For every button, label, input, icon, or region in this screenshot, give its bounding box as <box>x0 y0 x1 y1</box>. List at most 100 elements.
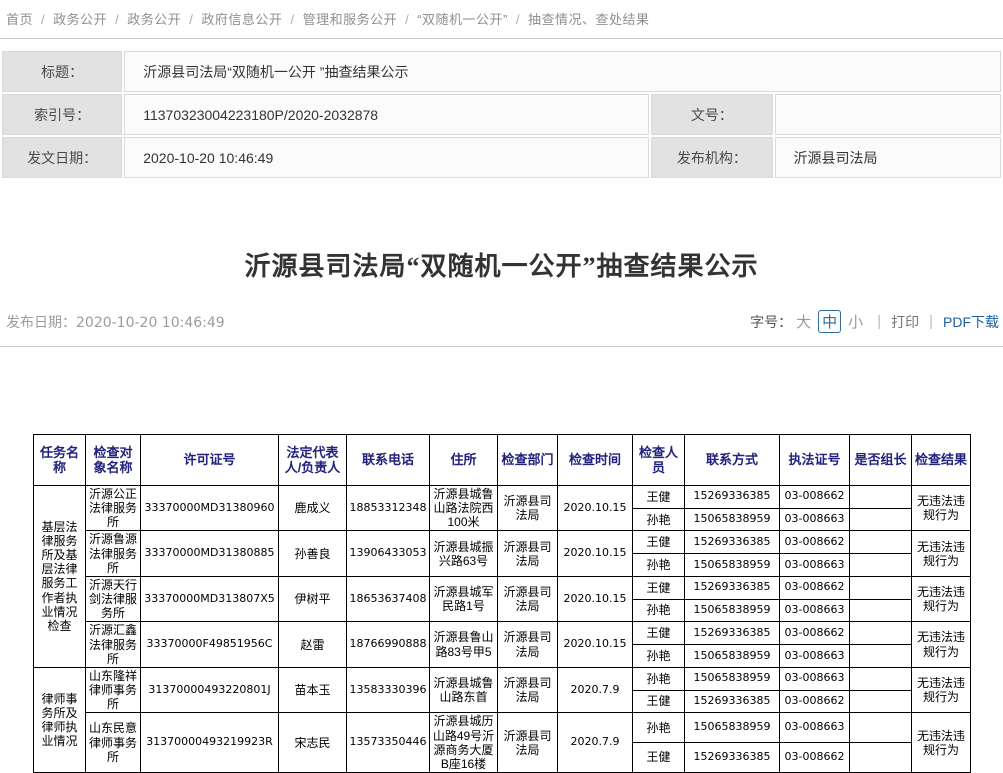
cell-entity-name: 沂源汇鑫法律服务所 <box>86 622 141 667</box>
meta-row-index: 索引号： 11370323004223180P/2020-2032878 文号： <box>2 94 1001 135</box>
breadcrumb-item[interactable]: 政务公开 <box>53 12 107 27</box>
meta-table: 标题： 沂源县司法局“双随机一公开 ”抽查结果公示 索引号： 113703230… <box>0 49 1003 180</box>
cell-task-name: 律师事务所及律师执业情况 <box>34 667 86 772</box>
column-header: 联系方式 <box>685 435 780 486</box>
column-header: 检查人员 <box>633 435 685 486</box>
cell-is-leader <box>850 622 912 645</box>
meta-org-label: 发布机构： <box>651 137 772 178</box>
font-size-small-button[interactable]: 小 <box>848 311 863 332</box>
meta-title-value: 沂源县司法局“双随机一公开 ”抽查结果公示 <box>124 51 1001 92</box>
cell-inspector-contact: 15269336385 <box>685 531 780 554</box>
cell-license: 33370000MD31380960 <box>141 486 279 531</box>
cell-entity-name: 山东隆祥律师事务所 <box>86 667 141 712</box>
cell-is-leader <box>850 667 912 690</box>
cell-result: 无违法违规行为 <box>912 486 971 531</box>
cell-license: 31370000493220801J <box>141 667 279 712</box>
cell-department: 沂源县司法局 <box>498 531 558 576</box>
cell-representative: 宋志民 <box>279 713 347 773</box>
breadcrumb-item[interactable]: 抽查情况、查处结果 <box>528 12 650 27</box>
font-size-medium-button[interactable]: 中 <box>818 310 841 333</box>
publish-date-label: 发布日期： <box>6 315 76 331</box>
column-header: 检查部门 <box>498 435 558 486</box>
pdf-download-button[interactable]: PDF下载 <box>943 312 999 332</box>
column-header: 许可证号 <box>141 435 279 486</box>
cell-result: 无违法违规行为 <box>912 622 971 667</box>
cell-inspection-date: 2020.10.15 <box>558 486 633 531</box>
breadcrumb: 首页/政务公开/政务公开/政府信息公开/管理和服务公开/“双随机一公开”/抽查情… <box>0 0 1003 39</box>
print-button[interactable]: 打印 <box>891 312 919 332</box>
meta-date-value: 2020-10-20 10:46:49 <box>124 137 649 178</box>
publish-date: 发布日期：2020-10-20 10:46:49 <box>6 312 225 332</box>
cell-inspection-date: 2020.10.15 <box>558 531 633 576</box>
breadcrumb-item[interactable]: 政务公开 <box>127 12 181 27</box>
cell-address: 沂源县城鲁山路法院西100米 <box>430 486 498 531</box>
cell-address: 沂源县城军民路1号 <box>430 576 498 621</box>
cell-entity-name: 沂源公正法律服务所 <box>86 486 141 531</box>
inspection-table: 任务名称检查对象名称许可证号法定代表人/负责人联系电话住所检查部门检查时间检查人… <box>33 434 971 773</box>
cell-entity-name: 山东民意律师事务所 <box>86 713 141 773</box>
article-tools: 字号： 大 中 小 | 打印 | PDF下载 <box>750 310 999 333</box>
breadcrumb-item[interactable]: 政府信息公开 <box>201 12 282 27</box>
publish-date-value: 2020-10-20 10:46:49 <box>76 315 225 331</box>
cell-inspector-name: 王健 <box>633 531 685 554</box>
meta-docnum-value <box>775 94 1002 135</box>
cell-inspector-cert: 03-008663 <box>780 713 850 743</box>
cell-inspector-name: 孙艳 <box>633 713 685 743</box>
cell-department: 沂源县司法局 <box>498 486 558 531</box>
cell-inspector-cert: 03-008662 <box>780 531 850 554</box>
cell-result: 无违法违规行为 <box>912 531 971 576</box>
cell-inspector-cert: 03-008663 <box>780 599 850 622</box>
cell-is-leader <box>850 576 912 599</box>
cell-representative: 苗本玉 <box>279 667 347 712</box>
table-row: 沂源鲁源法律服务所33370000MD31380885孙善良1390643305… <box>34 531 971 554</box>
cell-inspector-cert: 03-008663 <box>780 508 850 531</box>
cell-inspector-contact: 15269336385 <box>685 743 780 773</box>
cell-department: 沂源县司法局 <box>498 576 558 621</box>
column-header: 任务名称 <box>34 435 86 486</box>
cell-phone: 18853312348 <box>347 486 430 531</box>
cell-department: 沂源县司法局 <box>498 622 558 667</box>
cell-task-name: 基层法律服务所及基层法律服务工作者执业情况检查 <box>34 486 86 668</box>
inspection-table-body: 基层法律服务所及基层法律服务工作者执业情况检查沂源公正法律服务所33370000… <box>34 486 971 773</box>
separator-bar: | <box>929 313 933 330</box>
cell-address: 沂源县城振兴路63号 <box>430 531 498 576</box>
breadcrumb-item[interactable]: 首页 <box>6 12 33 27</box>
cell-department: 沂源县司法局 <box>498 713 558 773</box>
breadcrumb-item[interactable]: “双随机一公开” <box>417 12 508 27</box>
cell-is-leader <box>850 486 912 509</box>
cell-phone: 13906433053 <box>347 531 430 576</box>
cell-representative: 伊树平 <box>279 576 347 621</box>
cell-inspection-date: 2020.7.9 <box>558 667 633 712</box>
cell-is-leader <box>850 599 912 622</box>
cell-department: 沂源县司法局 <box>498 667 558 712</box>
cell-license: 31370000493219923R <box>141 713 279 773</box>
font-size-label: 字号： <box>750 312 792 332</box>
cell-inspector-name: 孙艳 <box>633 645 685 668</box>
cell-is-leader <box>850 743 912 773</box>
cell-inspection-date: 2020.7.9 <box>558 713 633 773</box>
column-header: 联系电话 <box>347 435 430 486</box>
meta-org-value: 沂源县司法局 <box>775 137 1002 178</box>
cell-license: 33370000MD31380885 <box>141 531 279 576</box>
cell-is-leader <box>850 645 912 668</box>
breadcrumb-item[interactable]: 管理和服务公开 <box>303 12 398 27</box>
font-size-large-button[interactable]: 大 <box>796 311 811 332</box>
column-header: 检查结果 <box>912 435 971 486</box>
page-title: 沂源县司法局“双随机一公开”抽查结果公示 <box>10 246 993 283</box>
column-header: 检查对象名称 <box>86 435 141 486</box>
cell-inspector-name: 王健 <box>633 576 685 599</box>
table-row: 律师事务所及律师执业情况山东隆祥律师事务所31370000493220801J苗… <box>34 667 971 690</box>
cell-result: 无违法违规行为 <box>912 713 971 773</box>
cell-inspector-cert: 03-008662 <box>780 622 850 645</box>
cell-inspector-name: 王健 <box>633 743 685 773</box>
breadcrumb-separator: / <box>516 12 520 27</box>
cell-inspector-name: 王健 <box>633 486 685 509</box>
cell-representative: 赵雷 <box>279 622 347 667</box>
meta-index-value: 11370323004223180P/2020-2032878 <box>124 94 649 135</box>
cell-is-leader <box>850 690 912 713</box>
column-header: 住所 <box>430 435 498 486</box>
breadcrumb-separator: / <box>115 12 119 27</box>
cell-inspector-contact: 15065838959 <box>685 554 780 577</box>
cell-inspector-contact: 15065838959 <box>685 713 780 743</box>
cell-entity-name: 沂源天行剑法律服务所 <box>86 576 141 621</box>
